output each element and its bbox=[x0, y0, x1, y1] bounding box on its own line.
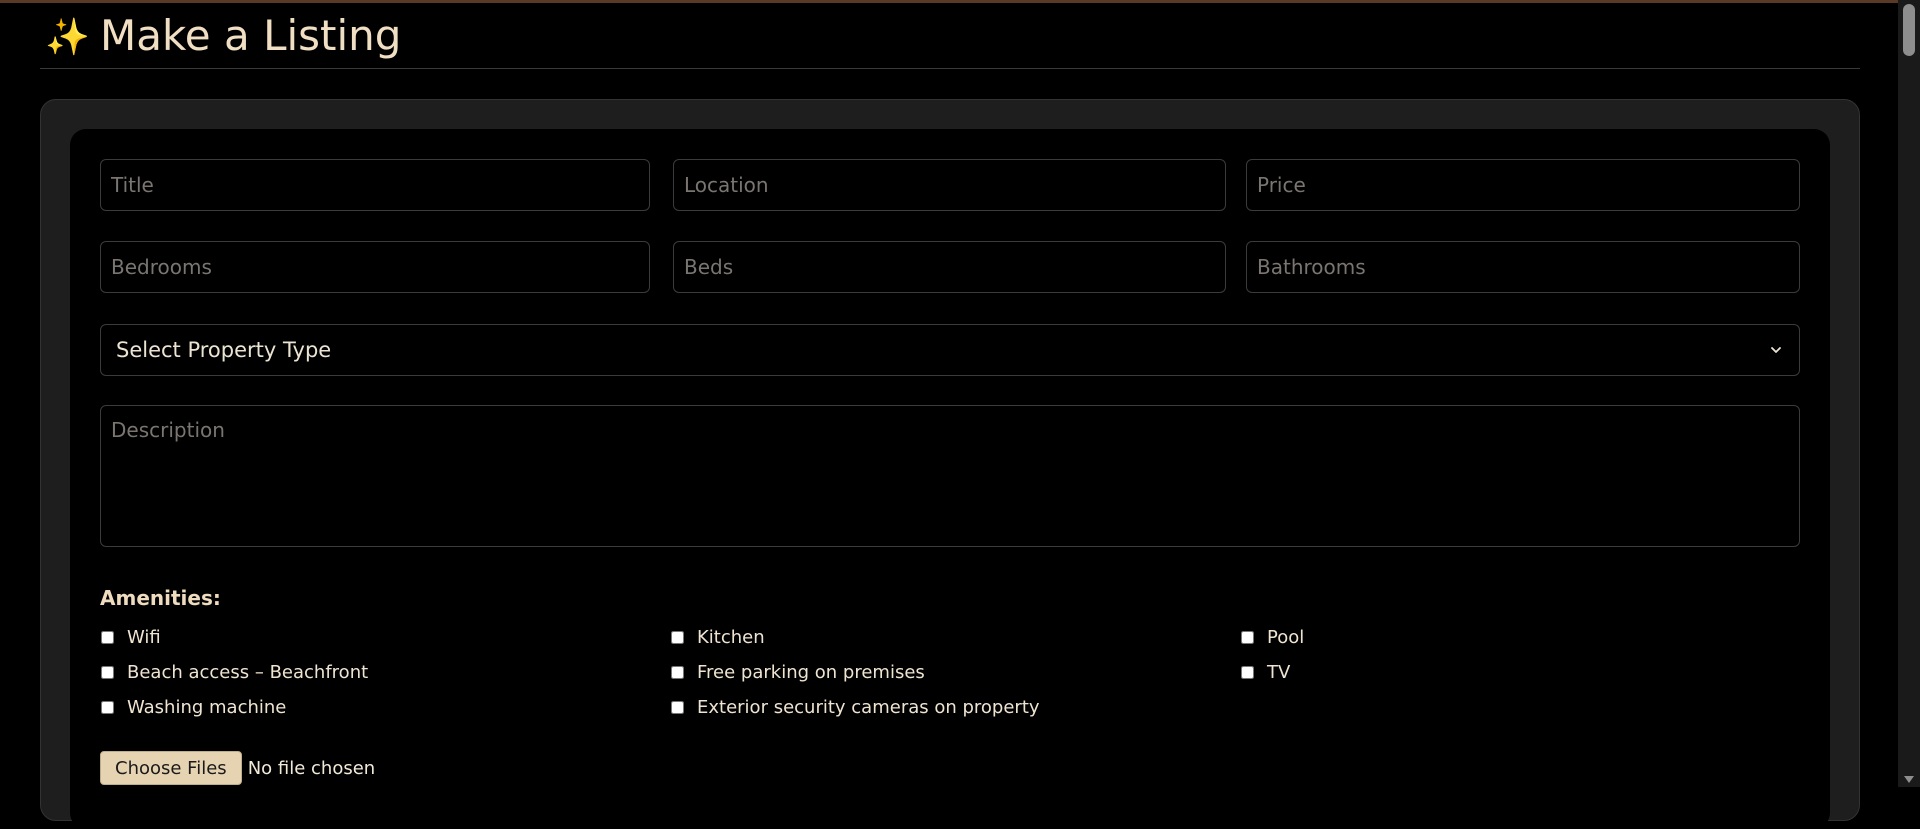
amenity-checkbox[interactable] bbox=[1241, 665, 1254, 679]
amenity-checkbox[interactable] bbox=[671, 630, 684, 644]
price-input[interactable] bbox=[1246, 159, 1800, 211]
file-upload: Choose Files No file chosen bbox=[100, 751, 375, 785]
property-type-select[interactable]: Select Property Type bbox=[100, 324, 1800, 376]
page: ✨ Make a Listing Select Property Type Am… bbox=[0, 0, 1898, 829]
page-title: Make a Listing bbox=[100, 11, 402, 60]
bedrooms-input[interactable] bbox=[100, 241, 650, 293]
amenity-label: Free parking on premises bbox=[697, 661, 925, 683]
amenity-kitchen[interactable]: Kitchen bbox=[671, 625, 765, 649]
sparkles-icon: ✨ bbox=[45, 17, 90, 58]
location-input[interactable] bbox=[673, 159, 1226, 211]
choose-files-button[interactable]: Choose Files bbox=[100, 751, 242, 785]
amenity-label: Pool bbox=[1267, 626, 1305, 648]
amenity-washing-machine[interactable]: Washing machine bbox=[101, 695, 286, 719]
bathrooms-input[interactable] bbox=[1246, 241, 1800, 293]
amenity-label: TV bbox=[1267, 661, 1291, 683]
amenity-label: Beach access – Beachfront bbox=[127, 661, 369, 683]
scrollbar-thumb[interactable] bbox=[1903, 4, 1915, 56]
page-header: ✨ Make a Listing bbox=[40, 8, 1860, 69]
amenity-beach-access[interactable]: Beach access – Beachfront bbox=[101, 660, 368, 684]
file-status: No file chosen bbox=[247, 757, 376, 779]
amenity-checkbox[interactable] bbox=[101, 665, 114, 679]
amenity-pool[interactable]: Pool bbox=[1241, 625, 1304, 649]
amenity-checkbox[interactable] bbox=[101, 630, 114, 644]
amenity-label: Wifi bbox=[127, 626, 161, 648]
property-type-selected-value: Select Property Type bbox=[116, 338, 332, 362]
description-textarea[interactable] bbox=[100, 405, 1800, 547]
amenity-security-cameras[interactable]: Exterior security cameras on property bbox=[671, 695, 1040, 719]
amenity-checkbox[interactable] bbox=[671, 700, 684, 714]
scroll-arrow-down-icon[interactable] bbox=[1904, 776, 1914, 783]
amenity-label: Washing machine bbox=[127, 696, 287, 718]
amenity-label: Kitchen bbox=[697, 626, 765, 648]
amenity-label: Exterior security cameras on property bbox=[697, 696, 1040, 718]
amenity-free-parking[interactable]: Free parking on premises bbox=[671, 660, 925, 684]
amenities-heading: Amenities: bbox=[100, 586, 221, 610]
amenity-checkbox[interactable] bbox=[101, 700, 114, 714]
amenity-wifi[interactable]: Wifi bbox=[101, 625, 161, 649]
amenity-checkbox[interactable] bbox=[1241, 630, 1254, 644]
beds-input[interactable] bbox=[673, 241, 1226, 293]
amenity-checkbox[interactable] bbox=[671, 665, 684, 679]
chevron-down-icon bbox=[1771, 347, 1781, 353]
title-input[interactable] bbox=[100, 159, 650, 211]
amenity-tv[interactable]: TV bbox=[1241, 660, 1290, 684]
vertical-scrollbar[interactable] bbox=[1898, 0, 1920, 787]
